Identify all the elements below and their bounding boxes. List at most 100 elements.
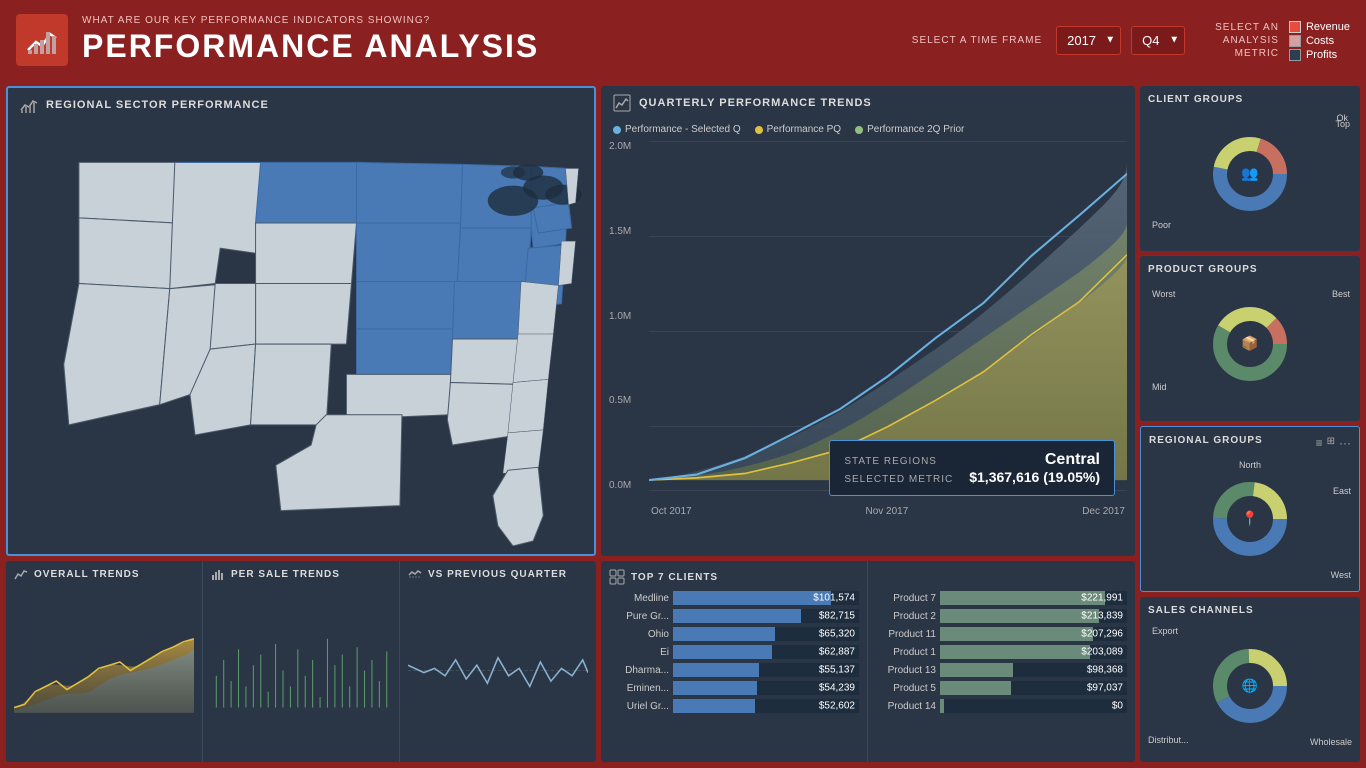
right-column: CLIENT GROUPS 👥 Ok Top Poor PRODUCT GROU… (1140, 86, 1360, 762)
client-value-1: $82,715 (819, 611, 855, 622)
pg-label-mid: Mid (1152, 382, 1167, 392)
client-row-3: Ei $62,887 (609, 645, 859, 659)
costs-box (1289, 35, 1301, 47)
product-bar-container-4: $98,368 (940, 663, 1127, 677)
product-value-2: $207,296 (1081, 629, 1123, 640)
us-map-area[interactable] (8, 122, 594, 546)
client-name-4: Dharma... (609, 665, 669, 676)
client-row-4: Dharma... $55,137 (609, 663, 859, 677)
vs-previous-svg (408, 585, 588, 756)
client-name-1: Pure Gr... (609, 611, 669, 622)
client-row-2: Ohio $65,320 (609, 627, 859, 641)
tooltip-row-metric: SELECTED METRIC $1,367,616 (19.05%) (844, 469, 1100, 485)
regional-groups-panel: REGIONAL GROUPS ≡ ⊞ ··· 📍 North East Wes… (1140, 426, 1360, 593)
sales-channels-donut-svg: 🌐 (1195, 646, 1305, 726)
title-block: WHAT ARE OUR KEY PERFORMANCE INDICATORS … (82, 15, 912, 65)
vs-previous-title: VS PREVIOUS QUARTER (408, 567, 588, 581)
header-title: PERFORMANCE ANALYSIS (82, 28, 912, 65)
clients-right: Product 7 $221,991 Product 2 $213,839 Pr… (868, 561, 1135, 762)
client-bar-container-1: $82,715 (673, 609, 859, 623)
per-sale-trends-section: PER SALE TRENDS (203, 561, 400, 762)
rg-icon-lines[interactable]: ≡ (1316, 436, 1323, 450)
clients-panel: TOP 7 CLIENTS Medline $101,574 Pure Gr..… (601, 561, 1135, 762)
product-groups-panel: PRODUCT GROUPS 📦 Worst Mid Best (1140, 256, 1360, 421)
tooltip: STATE REGIONS Central SELECTED METRIC $1… (829, 440, 1115, 496)
product-row-0: Product 7 $221,991 (876, 591, 1127, 605)
product-name-2: Product 11 (876, 629, 936, 640)
sc-label-distribut: Distribut... (1148, 735, 1189, 745)
main-content: REGIONAL SECTOR PERFORMANCE (0, 80, 1366, 768)
legend-pq: Performance PQ (755, 124, 841, 135)
client-bar-container-5: $54,239 (673, 681, 859, 695)
client-bar-container-2: $65,320 (673, 627, 859, 641)
x-label-0: Oct 2017 (651, 506, 692, 517)
trends-panel: OVERALL TRENDS (6, 561, 596, 762)
product-row-4: Product 13 $98,368 (876, 663, 1127, 677)
client-bar-container-0: $101,574 (673, 591, 859, 605)
regional-sector-panel: REGIONAL SECTOR PERFORMANCE (6, 86, 596, 556)
overall-trends-label: OVERALL TRENDS (34, 569, 140, 580)
svg-text:📦: 📦 (1241, 335, 1258, 352)
x-axis-labels: Oct 2017 Nov 2017 Dec 2017 (651, 506, 1125, 517)
cg-label-left: Poor (1152, 220, 1171, 230)
rg-icon-more[interactable]: ··· (1339, 436, 1351, 450)
vs-previous-icon (408, 567, 422, 581)
client-groups-donut: 👥 Ok Top Poor (1148, 111, 1352, 238)
product-value-5: $97,037 (1087, 683, 1123, 694)
product-bar-container-6: $0 (940, 699, 1127, 713)
product-row-3: Product 1 $203,089 (876, 645, 1127, 659)
overall-trends-section: OVERALL TRENDS (6, 561, 203, 762)
cg-label-right: Top (1335, 119, 1350, 129)
client-bar-2 (673, 627, 775, 641)
per-sale-icon (211, 567, 225, 581)
clients-title: TOP 7 CLIENTS (609, 569, 859, 585)
per-sale-chart (211, 585, 391, 756)
client-bar-6 (673, 699, 755, 713)
chart-svg-container (649, 141, 1127, 491)
product-name-1: Product 2 (876, 611, 936, 622)
tooltip-region-value: Central (1045, 451, 1100, 469)
y-axis-labels: 2.0M 1.5M 1.0M 0.5M 0.0M (609, 141, 631, 491)
client-bar-container-4: $55,137 (673, 663, 859, 677)
overall-svg (14, 585, 194, 756)
overall-icon (14, 567, 28, 581)
per-sale-label: PER SALE TRENDS (231, 569, 340, 580)
product-groups-donut: 📦 Worst Mid Best (1148, 281, 1352, 408)
quarterly-trends-panel: QUARTERLY PERFORMANCE TRENDS Performance… (601, 86, 1135, 556)
product-bar-container-1: $213,839 (940, 609, 1127, 623)
legend-dot-selected (613, 126, 621, 134)
area-chart-svg (649, 141, 1127, 491)
rg-icon-expand[interactable]: ⊞ (1327, 436, 1335, 450)
regional-sector-header: REGIONAL SECTOR PERFORMANCE (8, 88, 594, 122)
year-dropdown[interactable]: 2017 2016 2015 (1056, 26, 1121, 55)
client-name-5: Eminen... (609, 683, 669, 694)
product-bar-6 (940, 699, 944, 713)
x-label-2: Dec 2017 (1082, 506, 1125, 517)
client-bar-0 (673, 591, 831, 605)
quarter-dropdown[interactable]: Q4 Q3 Q2 Q1 (1131, 26, 1185, 55)
client-value-5: $54,239 (819, 683, 855, 694)
metric-revenue[interactable]: Revenue (1289, 21, 1350, 33)
client-name-0: Medline (609, 593, 669, 604)
product-row-6: Product 14 $0 (876, 699, 1127, 713)
client-row-1: Pure Gr... $82,715 (609, 609, 859, 623)
metric-profits[interactable]: Profits (1289, 49, 1350, 61)
product-groups-donut-svg: 📦 (1195, 304, 1305, 384)
legend-dot-2q (855, 126, 863, 134)
product-name-0: Product 7 (876, 593, 936, 604)
quarterly-title: QUARTERLY PERFORMANCE TRENDS (639, 97, 872, 109)
product-bar-container-0: $221,991 (940, 591, 1127, 605)
product-row-5: Product 5 $97,037 (876, 681, 1127, 695)
client-name-6: Uriel Gr... (609, 701, 669, 712)
client-value-3: $62,887 (819, 647, 855, 658)
product-name-5: Product 5 (876, 683, 936, 694)
product-value-3: $203,089 (1081, 647, 1123, 658)
clients-left: TOP 7 CLIENTS Medline $101,574 Pure Gr..… (601, 561, 868, 762)
revenue-box (1289, 21, 1301, 33)
analysis-label: SELECT ANANALYSISMETRIC (1215, 21, 1279, 60)
metric-costs[interactable]: Costs (1289, 35, 1350, 47)
sc-label-wholesale: Wholesale (1310, 737, 1352, 747)
rg-label-west: West (1331, 570, 1351, 580)
client-bar-container-6: $52,602 (673, 699, 859, 713)
client-groups-title: CLIENT GROUPS (1148, 94, 1352, 105)
